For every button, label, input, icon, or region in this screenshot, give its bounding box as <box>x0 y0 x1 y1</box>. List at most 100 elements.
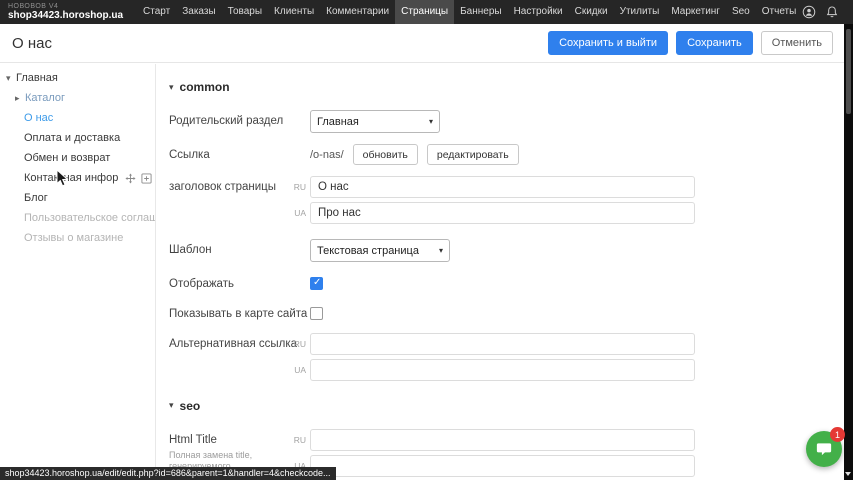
top-menu: СтартЗаказыТоварыКлиентыКомментарииСтран… <box>137 0 802 24</box>
page-header: О нас Сохранить и выйти Сохранить Отмени… <box>0 24 853 63</box>
logo-version-label: НОВОВОВ V4 <box>8 3 123 10</box>
sidebar-tree-item-label: Обмен и возврат <box>24 152 110 164</box>
vertical-scrollbar[interactable] <box>844 24 853 480</box>
save-and-exit-button[interactable]: Сохранить и выйти <box>548 31 668 55</box>
chevron-down-icon: ▾ <box>429 117 433 126</box>
sidebar-tree-item-label: Главная <box>16 72 58 84</box>
save-button[interactable]: Сохранить <box>676 31 753 55</box>
status-url-bar: shop34423.horoshop.ua/edit/edit.php?id=6… <box>0 467 336 480</box>
page-title-ru-line: RU <box>310 176 695 198</box>
sidebar-tree-item[interactable]: ▾Главная <box>0 68 155 88</box>
cancel-button[interactable]: Отменить <box>761 31 833 55</box>
alt-link-ru-input[interactable] <box>310 333 695 355</box>
lang-ru-tag: RU <box>286 339 306 349</box>
caret-down-icon: ▾ <box>169 82 174 93</box>
topbar-icons <box>802 5 839 19</box>
chevron-down-icon: ▾ <box>439 246 443 255</box>
header-buttons: Сохранить и выйти Сохранить Отменить <box>548 31 833 55</box>
lang-ru-tag: RU <box>286 182 306 192</box>
sidebar-tree-item-label: Контактная инфор <box>24 172 118 184</box>
section-common-header[interactable]: ▾ common <box>169 80 844 94</box>
section-common-title: common <box>180 80 230 94</box>
caret-down-icon[interactable]: ▾ <box>6 73 16 84</box>
account-icon[interactable] <box>802 5 816 19</box>
top-menu-item[interactable]: Заказы <box>176 0 221 24</box>
page-title-ua-input[interactable] <box>310 202 695 224</box>
form-row-display: Отображать <box>169 273 844 292</box>
top-menu-item[interactable]: Утилиты <box>614 0 666 24</box>
sidebar-tree-item[interactable]: Оплата и доставка <box>0 128 155 148</box>
alt-link-ua-input[interactable] <box>310 359 695 381</box>
sidebar-tree-item-label: Блог <box>24 192 48 204</box>
section-seo-title: seo <box>180 399 201 413</box>
logo-domain: shop34423.horoshop.ua <box>8 11 123 21</box>
parent-section-select[interactable]: Главная ▾ <box>310 110 440 133</box>
sidebar-tree-item[interactable]: Контактная инфор <box>0 168 155 188</box>
scrollbar-down-arrow-icon[interactable] <box>845 472 851 476</box>
form-row-sitemap: Показывать в карте сайта <box>169 303 844 322</box>
caret-down-icon: ▾ <box>169 400 174 411</box>
alt-link-ru-line: RU <box>310 333 695 355</box>
link-edit-button[interactable]: редактировать <box>427 144 519 165</box>
sitemap-label: Показывать в карте сайта <box>169 303 310 322</box>
form-row-link: Ссылка /o-nas/ обновить редактировать <box>169 144 844 165</box>
parent-section-label: Родительский раздел <box>169 110 310 129</box>
sidebar-tree-item-label: Каталог <box>25 92 65 104</box>
template-value: Текстовая страница <box>317 245 419 257</box>
link-value: /o-nas/ <box>310 149 344 161</box>
html-title-ru-line: RU <box>310 429 695 451</box>
alt-link-ua-line: UA <box>310 359 695 381</box>
parent-section-value: Главная <box>317 116 359 128</box>
top-menu-item[interactable]: Клиенты <box>268 0 320 24</box>
caret-right-icon[interactable]: ▸ <box>15 93 25 104</box>
sidebar-tree-item[interactable]: О нас <box>0 108 155 128</box>
page-title-ru-input[interactable] <box>310 176 695 198</box>
html-title-label-text: Html Title <box>169 434 217 446</box>
notifications-bell-icon[interactable] <box>825 5 839 19</box>
top-menu-item[interactable]: Товары <box>222 0 268 24</box>
top-menu-item[interactable]: Баннеры <box>454 0 507 24</box>
sidebar-tree-item-label: Оплата и доставка <box>24 132 120 144</box>
move-icon[interactable] <box>125 173 136 184</box>
top-menu-item[interactable]: Страницы <box>395 0 454 24</box>
top-menu-item[interactable]: Настройки <box>508 0 569 24</box>
topbar: НОВОВОВ V4 shop34423.horoshop.ua СтартЗа… <box>0 0 853 24</box>
sidebar-tree-item[interactable]: Пользовательское соглашение <box>0 208 155 228</box>
link-label: Ссылка <box>169 144 310 163</box>
main-content: ▾ common Родительский раздел Главная ▾ С… <box>157 64 844 480</box>
sidebar-tree-item[interactable]: Отзывы о магазине <box>0 228 155 248</box>
display-checkbox[interactable] <box>310 277 323 290</box>
sidebar-tree-item-label: Отзывы о магазине <box>24 232 123 244</box>
sitemap-checkbox[interactable] <box>310 307 323 320</box>
tree-row-actions <box>125 173 155 184</box>
logo[interactable]: НОВОВОВ V4 shop34423.horoshop.ua <box>8 3 123 21</box>
top-menu-item[interactable]: Комментарии <box>320 0 395 24</box>
html-title-ru-input[interactable] <box>310 429 695 451</box>
chat-unread-badge: 1 <box>830 427 845 442</box>
sidebar-tree-item-label: О нас <box>24 112 53 124</box>
page-title-ua-line: UA <box>310 202 695 224</box>
scrollbar-thumb[interactable] <box>846 29 851 114</box>
page-title: О нас <box>12 35 52 52</box>
lang-ua-tag: UA <box>286 365 306 375</box>
form-row-template: Шаблон Текстовая страница ▾ <box>169 239 844 262</box>
top-menu-item[interactable]: Старт <box>137 0 176 24</box>
lang-ru-tag: RU <box>286 435 306 445</box>
top-menu-item[interactable]: Скидки <box>569 0 614 24</box>
form-row-alt-link: Альтернативная ссылка RU UA <box>169 333 844 385</box>
form-row-parent-section: Родительский раздел Главная ▾ <box>169 110 844 133</box>
form-row-page-title: заголовок страницы RU UA <box>169 176 844 228</box>
sidebar-tree-item[interactable]: ▸Каталог <box>0 88 155 108</box>
sidebar-tree-item[interactable]: Блог <box>0 188 155 208</box>
html-title-ua-input[interactable] <box>310 455 695 477</box>
sidebar-tree-item-label: Пользовательское соглашение <box>24 212 155 224</box>
section-seo-header[interactable]: ▾ seo <box>169 399 844 413</box>
template-select[interactable]: Текстовая страница ▾ <box>310 239 450 262</box>
top-menu-item[interactable]: Отчеты <box>756 0 803 24</box>
chat-widget-button[interactable]: 1 <box>806 431 842 467</box>
sidebar-tree-item[interactable]: Обмен и возврат <box>0 148 155 168</box>
top-menu-item[interactable]: Seo <box>726 0 756 24</box>
add-icon[interactable] <box>141 173 152 184</box>
top-menu-item[interactable]: Маркетинг <box>665 0 726 24</box>
link-refresh-button[interactable]: обновить <box>353 144 418 165</box>
